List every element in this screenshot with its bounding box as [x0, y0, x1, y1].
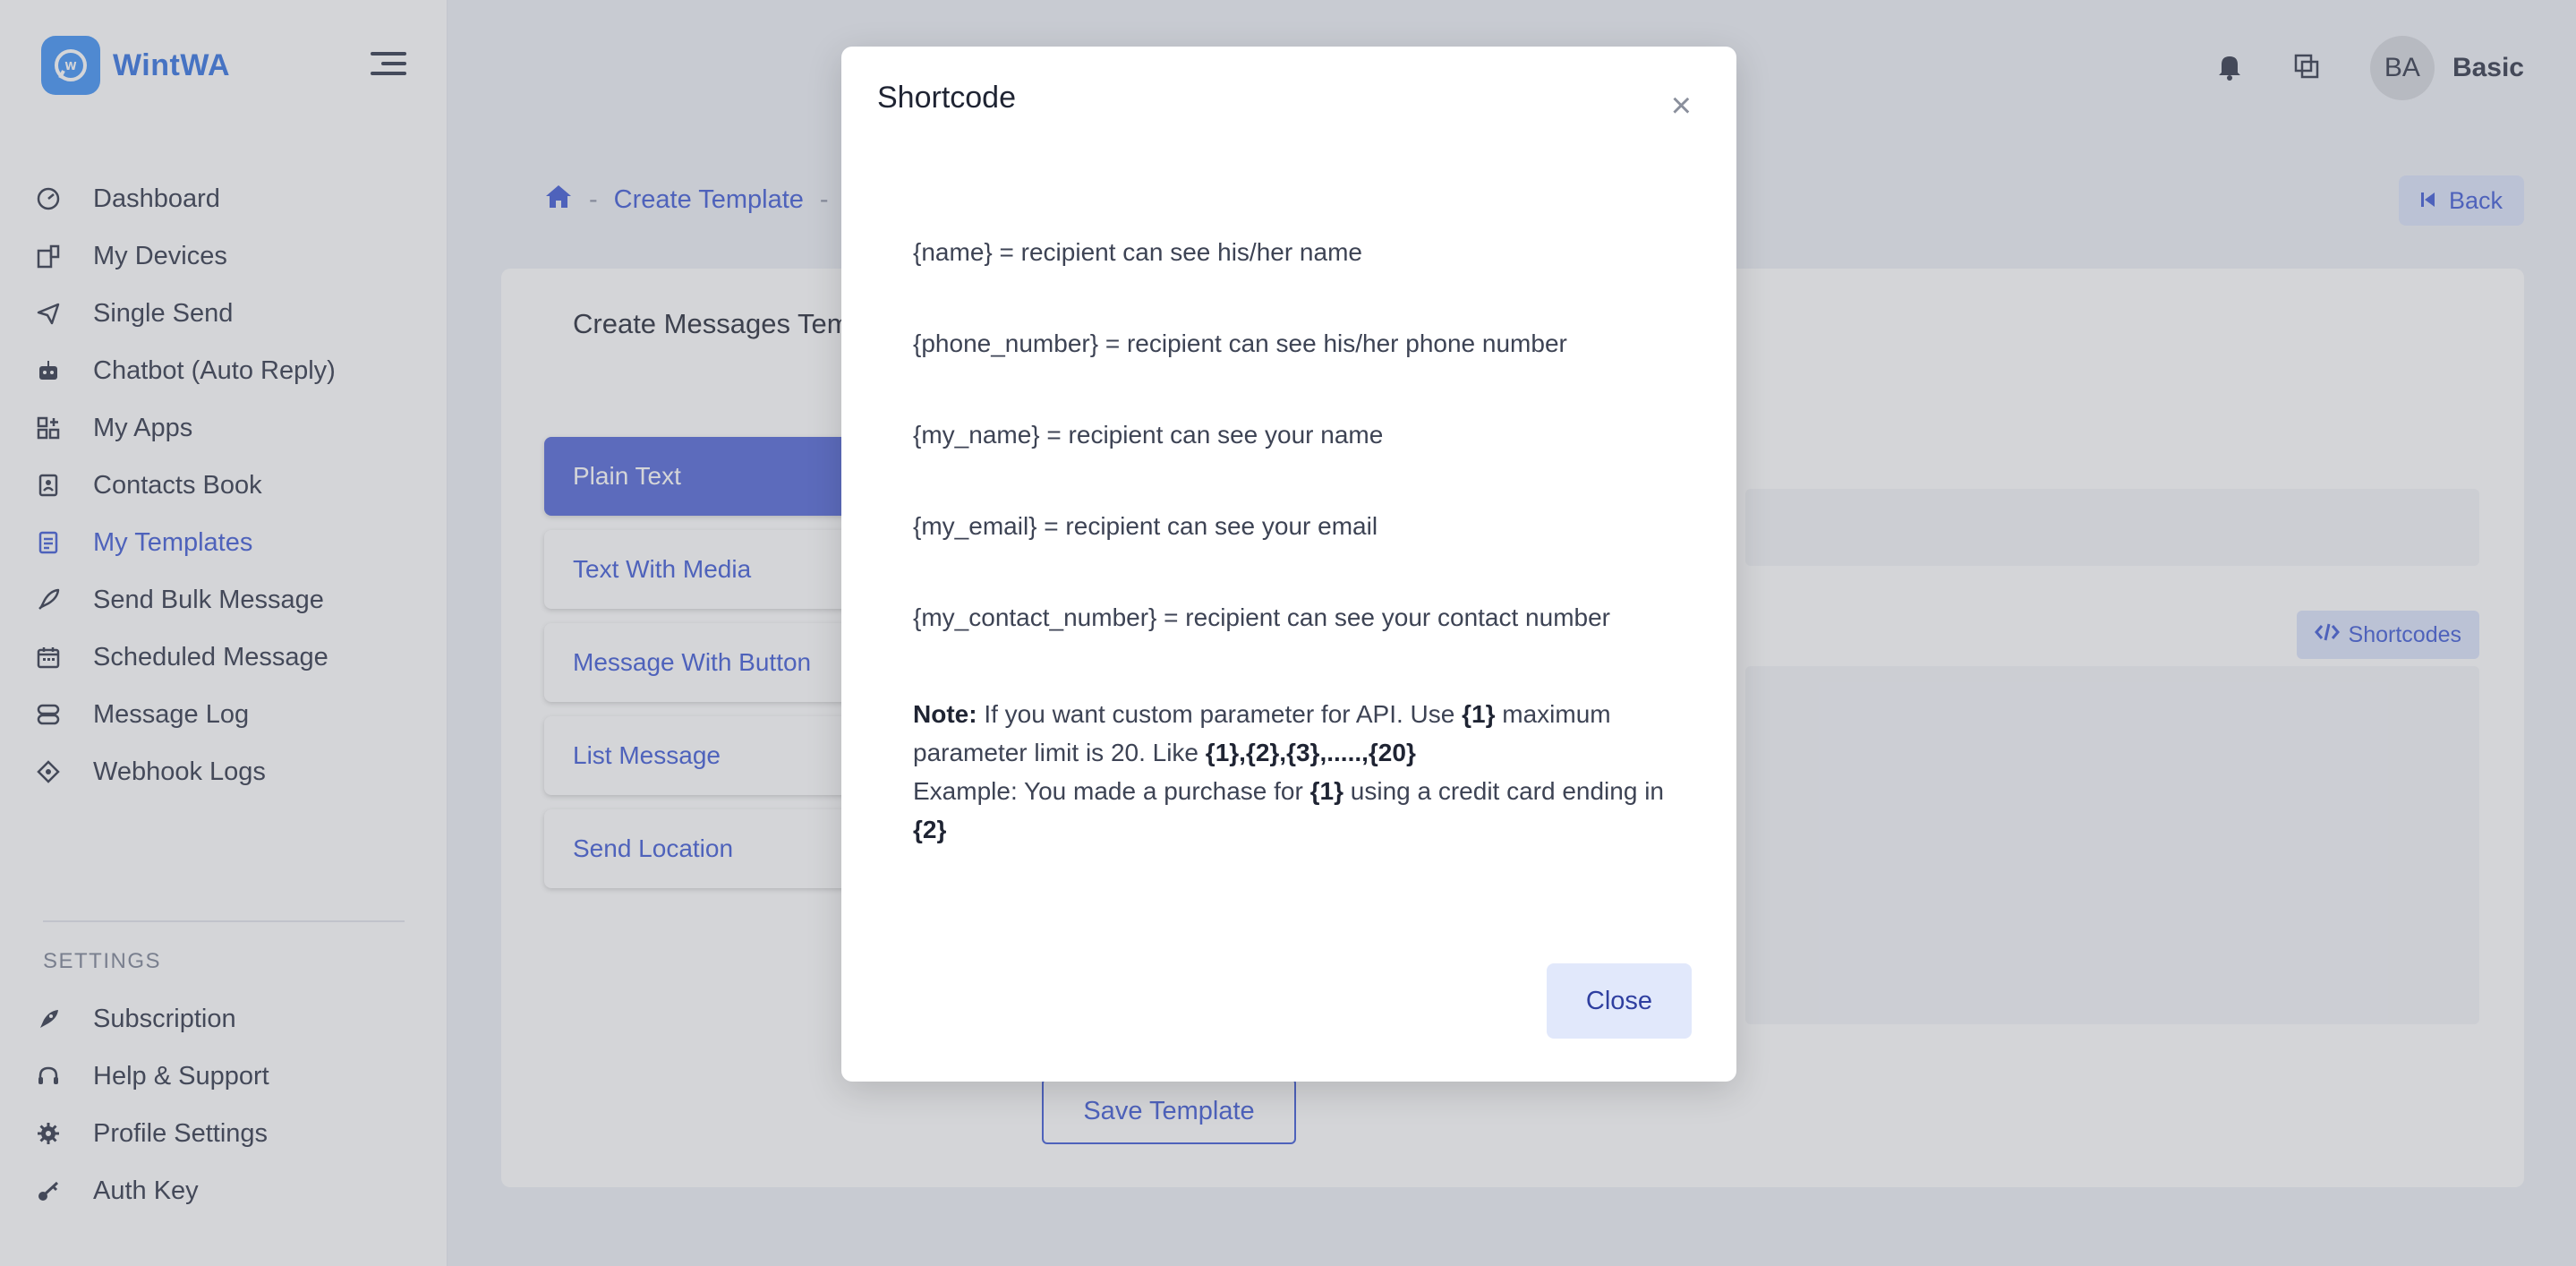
- example-prefix: Example: You made a purchase for: [913, 777, 1310, 805]
- note-code-2: {1},{2},{3},.....,{20}: [1205, 739, 1416, 766]
- example-mid: using a credit card ending in: [1343, 777, 1664, 805]
- note-label: Note:: [913, 700, 977, 728]
- shortcode-list: {name} = recipient can see his/her name …: [913, 238, 1683, 695]
- shortcode-line-my-contact-number: {my_contact_number} = recipient can see …: [913, 603, 1610, 631]
- shortcode-note: Note: If you want custom parameter for A…: [913, 695, 1683, 849]
- shortcode-line-my-name: {my_name} = recipient can see your name: [913, 421, 1384, 449]
- note-text-1: If you want custom parameter for API. Us…: [977, 700, 1463, 728]
- shortcode-line-my-email: {my_email} = recipient can see your emai…: [913, 512, 1378, 540]
- modal-title: Shortcode: [877, 81, 1016, 115]
- close-button[interactable]: Close: [1547, 963, 1692, 1039]
- example-code-1: {1}: [1309, 777, 1343, 805]
- shortcode-line-name: {name} = recipient can see his/her name: [913, 238, 1362, 266]
- close-icon[interactable]: ×: [1671, 88, 1692, 124]
- note-code-1: {1}: [1462, 700, 1496, 728]
- shortcode-modal: Shortcode × {name} = recipient can see h…: [841, 47, 1736, 1082]
- shortcode-line-phone-number: {phone_number} = recipient can see his/h…: [913, 329, 1567, 357]
- example-code-2: {2}: [913, 816, 947, 843]
